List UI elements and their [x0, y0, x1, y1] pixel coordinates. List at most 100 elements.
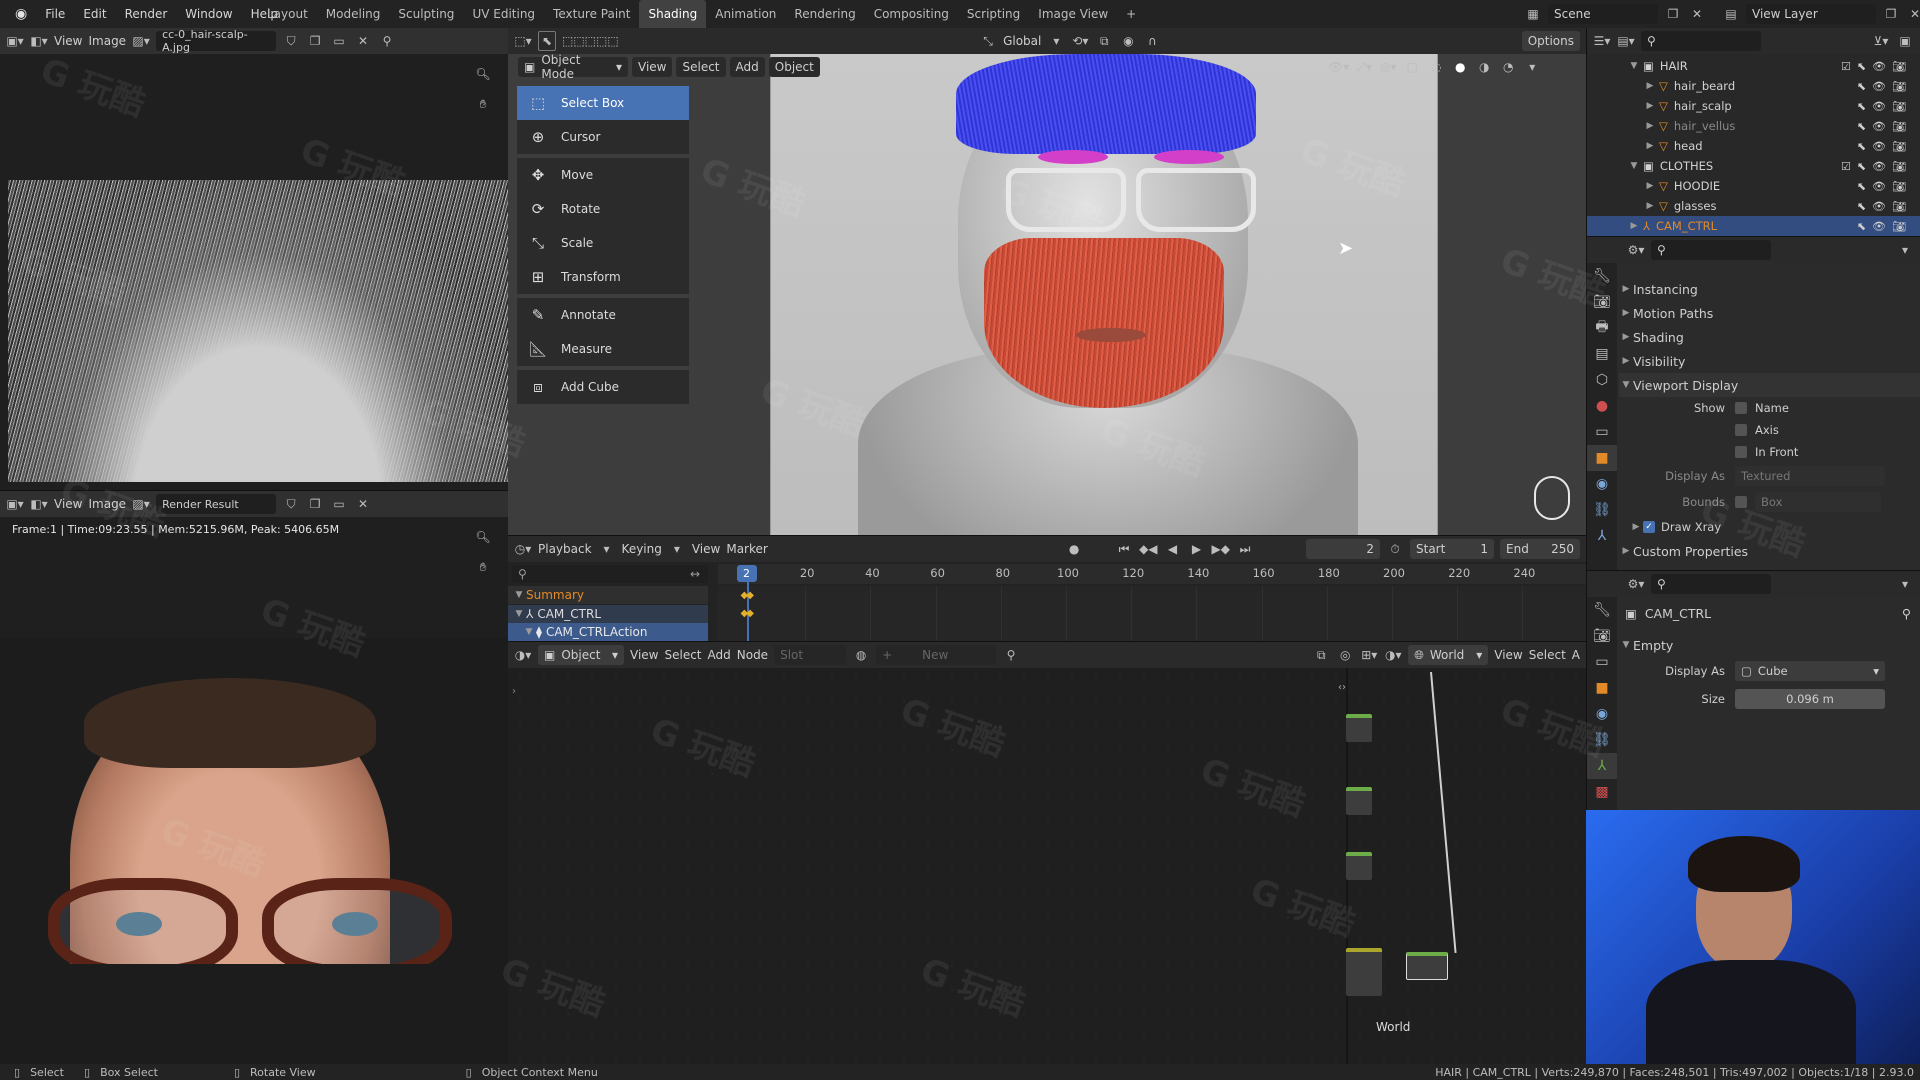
tab-animation[interactable]: Animation [706, 0, 785, 28]
expand-arrow-icon[interactable]: ▶ [1643, 101, 1657, 111]
copy-view-layer-icon[interactable]: ❐ [1882, 4, 1900, 24]
object-mode-dropdown[interactable]: ▣ Object Mode ▾ [518, 53, 628, 81]
object-name[interactable]: CAM_CTRL [1645, 606, 1711, 621]
close-scene-icon[interactable]: ✕ [1688, 4, 1706, 24]
outliner-item[interactable]: ▶ ▽ hair_beard ⬉👁︎📷︎ [1587, 76, 1920, 96]
tab-compositing[interactable]: Compositing [865, 0, 958, 28]
render-tab-icon[interactable]: 📷︎ [1587, 289, 1617, 315]
shield-icon[interactable]: ⛉ [282, 31, 300, 51]
object-type-dropdown[interactable]: ▣ Object ▾ [538, 645, 624, 665]
outliner-item[interactable]: ▶ ▽ HOODIE ⬉👁︎📷︎ [1587, 176, 1920, 196]
menu-image[interactable]: Image [88, 497, 126, 511]
properties-search[interactable]: ⚲ [1651, 240, 1771, 260]
visibility-toggles[interactable]: ⬉👁︎📷︎ [1857, 100, 1912, 113]
visibility-toggles[interactable]: ⬉👁︎📷︎ [1857, 80, 1912, 93]
world-node[interactable] [1346, 787, 1372, 815]
world-dropdown[interactable]: 🌐︎ World ▾ [1408, 645, 1489, 665]
proportional-edit-icon[interactable]: ◉ [1119, 31, 1137, 51]
tab-image-view[interactable]: Image View [1029, 0, 1117, 28]
expand-arrow-icon[interactable]: ▶ [1643, 181, 1657, 191]
data-tab-icon[interactable]: ⅄ [1587, 523, 1617, 549]
editor-type-icon[interactable]: ⚙▾ [1627, 240, 1645, 260]
play-icon[interactable]: ▶ [1188, 539, 1206, 559]
scene-selector[interactable]: ▦ Scene ❐ ✕ [1524, 4, 1706, 24]
overlay-icon[interactable]: ◎▾ [1379, 57, 1397, 77]
pivot-icon[interactable]: ⟲▾ [1071, 31, 1089, 51]
solid-shading-icon[interactable]: ● [1451, 57, 1469, 77]
node-snap-icon[interactable]: ⊞▾ [1360, 645, 1378, 665]
world-node[interactable] [1346, 714, 1372, 742]
pin-icon[interactable]: ⚲ [1002, 645, 1020, 665]
menu-object[interactable]: Object [768, 57, 820, 77]
filter-icon[interactable]: ⊻▾ [1872, 31, 1890, 51]
blender-logo-icon[interactable]: ◉ [6, 0, 36, 28]
tool-transform[interactable]: ⊞ Transform [517, 260, 689, 294]
stopwatch-icon[interactable]: ⏱ [1386, 539, 1404, 559]
tab-texture-paint[interactable]: Texture Paint [544, 0, 639, 28]
editor-type-icon[interactable]: ◷▾ [514, 539, 532, 559]
menu-playback[interactable]: Playback [538, 542, 592, 556]
expand-arrow-icon[interactable]: › [512, 686, 516, 697]
world-tab-icon[interactable]: ● [1587, 393, 1617, 419]
outliner-item[interactable]: ▶ ⅄ CAM_CTRL ⬉👁︎📷︎ [1587, 216, 1920, 236]
section-viewport-display[interactable]: ▼ Viewport Display [1619, 373, 1920, 397]
image-browse-icon[interactable]: ▨▾ [132, 31, 150, 51]
shader-node-editor[interactable]: ◑▾ ▣ Object ▾ View Select Add Node Slot ◍ … [508, 641, 1586, 1065]
scene-name[interactable]: Scene [1548, 4, 1658, 24]
editor-type-icon[interactable]: ▣▾ [6, 494, 24, 514]
current-frame-field[interactable]: 2 [1306, 539, 1380, 559]
collection-tab-icon[interactable]: ▭ [1587, 419, 1617, 445]
tab-rendering[interactable]: Rendering [785, 0, 864, 28]
expand-arrow-icon[interactable]: ▶ [1643, 121, 1657, 131]
tool-select-box[interactable]: ⬚ Select Box [517, 86, 689, 120]
image-mode-icon[interactable]: ◧▾ [30, 31, 48, 51]
select-tool-icon[interactable]: ⬉ [538, 31, 556, 51]
visibility-toggles[interactable]: ⬉👁︎📷︎ [1857, 220, 1912, 233]
image-name-field[interactable]: cc-0_hair-scalp-A.jpg [156, 28, 277, 54]
visibility-toggles[interactable]: ☑⬉👁︎📷︎ [1841, 160, 1912, 173]
zoom-icon[interactable]: 🔍︎ [474, 527, 492, 547]
outliner-item[interactable]: ▶ ▽ head ⬉👁︎📷︎ [1587, 136, 1920, 156]
section-visibility[interactable]: ▶ Visibility [1619, 349, 1920, 373]
menu-node[interactable]: Node [737, 648, 768, 662]
editor-type-icon[interactable]: ◑▾ [1384, 645, 1402, 665]
split-arrows-icon[interactable]: ‹› [1338, 682, 1346, 693]
menu-keying[interactable]: Keying [622, 542, 662, 556]
checkbox[interactable] [1735, 446, 1747, 458]
editor-type-icon[interactable]: ⚙▾ [1627, 574, 1645, 594]
menu-marker[interactable]: Marker [726, 542, 767, 556]
menu-add[interactable]: A [1572, 648, 1580, 662]
display-mode-icon[interactable]: ▤▾ [1617, 31, 1635, 51]
menu-view[interactable]: View [54, 34, 82, 48]
menu-select[interactable]: Select [664, 648, 701, 662]
expand-arrow-icon[interactable]: ▶ [1643, 81, 1657, 91]
end-frame-field[interactable]: End 250 [1500, 539, 1580, 559]
hand-pan-icon[interactable]: ✋︎ [474, 557, 492, 577]
draw-xray-row[interactable]: ▶ ✓ Draw Xray [1619, 515, 1920, 539]
keyframe-marker[interactable]: ◆◆ [741, 608, 754, 619]
next-keyframe-icon[interactable]: ▶◆ [1212, 539, 1230, 559]
menu-view[interactable]: View [632, 57, 673, 77]
image-mode-icon[interactable]: ◧▾ [30, 494, 48, 514]
checkbox-checked[interactable]: ✓ [1643, 521, 1655, 533]
playhead[interactable]: 2 [736, 565, 757, 582]
checkbox[interactable] [1735, 402, 1747, 414]
record-icon[interactable]: ● [1065, 539, 1083, 559]
view-layer-tab-icon[interactable]: ▤ [1587, 341, 1617, 367]
copy-scene-icon[interactable]: ❐ [1664, 4, 1682, 24]
visibility-toggles[interactable]: ⬉👁︎📷︎ [1857, 120, 1912, 133]
size-field[interactable]: 0.096 m [1735, 689, 1885, 709]
visibility-toggles[interactable]: ⬉👁︎📷︎ [1857, 180, 1912, 193]
menu-view[interactable]: View [692, 542, 720, 556]
menu-view[interactable]: View [54, 497, 82, 511]
tab-layout[interactable]: Layout [258, 0, 317, 28]
visibility-toggles[interactable]: ⬉👁︎📷︎ [1857, 140, 1912, 153]
properties-search[interactable]: ⚲ [1651, 574, 1771, 594]
menu-image[interactable]: Image [88, 34, 126, 48]
close-icon[interactable]: ✕ [354, 31, 372, 51]
expand-arrow-icon[interactable]: ▶ [1627, 221, 1641, 231]
visibility-toggles[interactable]: ⬉👁︎📷︎ [1857, 200, 1912, 213]
pin-icon[interactable]: ⚲ [378, 31, 396, 51]
chevron-down-icon[interactable]: ▾ [1896, 574, 1914, 594]
outliner-item[interactable]: ▶ ▽ glasses ⬉👁︎📷︎ [1587, 196, 1920, 216]
